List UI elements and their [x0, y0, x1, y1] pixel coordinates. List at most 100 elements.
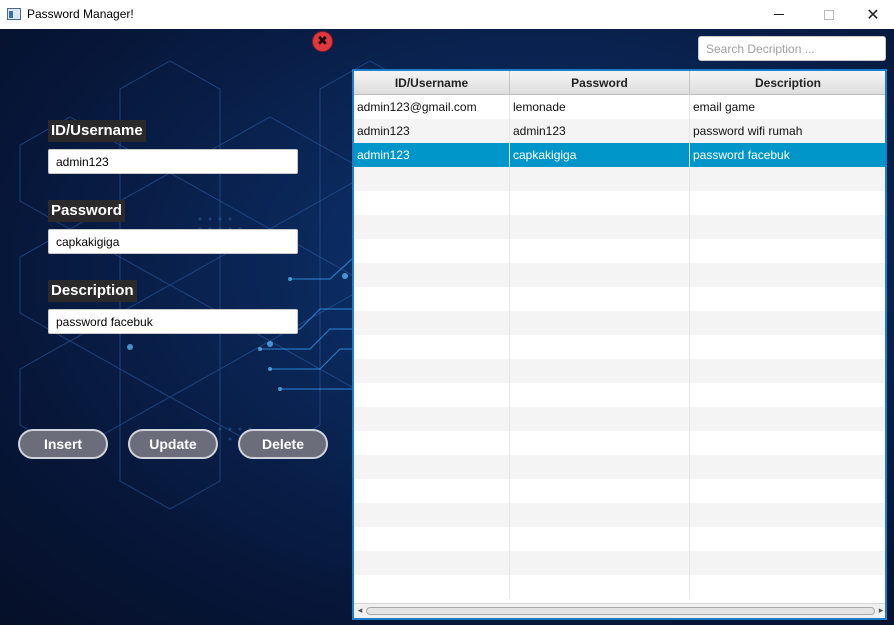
- table-cell: [510, 575, 690, 599]
- table-cell: [354, 431, 510, 455]
- minimize-button[interactable]: [756, 0, 802, 29]
- table-cell: [510, 407, 690, 431]
- close-icon: ✕: [866, 5, 880, 24]
- table-header: ID/Username Password Description: [354, 71, 885, 95]
- minimize-icon: [774, 14, 784, 15]
- update-button[interactable]: Update: [128, 429, 218, 459]
- table-cell: [354, 215, 510, 239]
- window-title: Password Manager!: [27, 7, 134, 21]
- scroll-left-icon[interactable]: ◂: [354, 605, 366, 617]
- scrollbar-thumb[interactable]: [366, 607, 875, 615]
- password-field[interactable]: [48, 229, 298, 254]
- column-header-username[interactable]: ID/Username: [354, 71, 510, 95]
- username-field[interactable]: [48, 149, 298, 174]
- table-row[interactable]: admin123 capkakigiga password facebuk: [354, 143, 885, 167]
- table-cell: [510, 287, 690, 311]
- username-label: ID/Username: [48, 120, 146, 142]
- table-cell: password wifi rumah: [690, 119, 885, 143]
- table-cell: [354, 455, 510, 479]
- column-header-password[interactable]: Password: [510, 71, 690, 95]
- table-cell: [690, 167, 885, 191]
- insert-button[interactable]: Insert: [18, 429, 108, 459]
- empty-table-row[interactable]: [354, 431, 885, 455]
- empty-table-row[interactable]: [354, 503, 885, 527]
- table-cell: [510, 239, 690, 263]
- title-bar: Password Manager! ✕: [0, 0, 894, 29]
- table-cell: [690, 239, 885, 263]
- table-cell: capkakigiga: [510, 143, 690, 167]
- table-cell: [510, 359, 690, 383]
- table-cell: [354, 335, 510, 359]
- table-row[interactable]: admin123@gmail.com lemonade email game: [354, 95, 885, 119]
- table-cell: [354, 479, 510, 503]
- table-cell: [690, 479, 885, 503]
- table-cell: [690, 383, 885, 407]
- credentials-table[interactable]: ID/Username Password Description admin12…: [352, 69, 887, 620]
- table-cell: [354, 191, 510, 215]
- password-label: Password: [48, 200, 125, 222]
- table-cell: [354, 503, 510, 527]
- table-cell: [690, 287, 885, 311]
- table-body: admin123@gmail.com lemonade email game admi…: [354, 95, 885, 605]
- horizontal-scrollbar[interactable]: ◂ ▸: [354, 603, 885, 618]
- table-cell: [354, 287, 510, 311]
- app-window: Password Manager! ✕ ✖ ID/Username admin1…: [0, 0, 894, 625]
- table-cell: [510, 191, 690, 215]
- table-cell: [354, 551, 510, 575]
- close-window-button[interactable]: ✕: [850, 0, 894, 29]
- table-row[interactable]: admin123 admin123 password wifi rumah: [354, 119, 885, 143]
- table-cell: [690, 263, 885, 287]
- table-cell: [690, 215, 885, 239]
- maximize-icon: [824, 9, 834, 20]
- empty-table-row[interactable]: [354, 359, 885, 383]
- column-header-description[interactable]: Description: [690, 71, 885, 95]
- close-form-button[interactable]: ✖: [312, 31, 333, 52]
- empty-table-row[interactable]: [354, 263, 885, 287]
- empty-table-row[interactable]: [354, 215, 885, 239]
- table-cell: [690, 431, 885, 455]
- table-cell: [690, 575, 885, 599]
- table-cell: [354, 311, 510, 335]
- empty-table-row[interactable]: [354, 551, 885, 575]
- empty-table-row[interactable]: [354, 383, 885, 407]
- table-cell: [354, 359, 510, 383]
- table-cell: [510, 551, 690, 575]
- empty-table-row[interactable]: [354, 311, 885, 335]
- table-cell: [510, 479, 690, 503]
- delete-button[interactable]: Delete: [238, 429, 328, 459]
- table-cell: password facebuk: [690, 143, 885, 167]
- empty-table-row[interactable]: [354, 167, 885, 191]
- empty-table-row[interactable]: [354, 455, 885, 479]
- table-cell: admin123: [354, 119, 510, 143]
- table-cell: [690, 455, 885, 479]
- table-cell: [510, 527, 690, 551]
- empty-table-row[interactable]: [354, 287, 885, 311]
- table-cell: [690, 359, 885, 383]
- scroll-right-icon[interactable]: ▸: [875, 605, 885, 617]
- table-cell: [510, 383, 690, 407]
- empty-table-row[interactable]: [354, 575, 885, 599]
- table-cell: admin123: [510, 119, 690, 143]
- description-field[interactable]: [48, 309, 298, 334]
- empty-table-row[interactable]: [354, 191, 885, 215]
- table-cell: [690, 311, 885, 335]
- table-cell: [690, 335, 885, 359]
- table-cell: [354, 167, 510, 191]
- empty-table-row[interactable]: [354, 527, 885, 551]
- table-cell: email game: [690, 95, 885, 119]
- empty-table-row[interactable]: [354, 335, 885, 359]
- empty-table-row[interactable]: [354, 479, 885, 503]
- search-input[interactable]: [698, 36, 886, 61]
- maximize-button[interactable]: [806, 0, 852, 29]
- table-cell: [510, 167, 690, 191]
- table-cell: [510, 503, 690, 527]
- table-cell: [354, 527, 510, 551]
- description-label: Description: [48, 280, 137, 302]
- table-cell: admin123: [354, 143, 510, 167]
- table-cell: [690, 191, 885, 215]
- table-cell: [354, 407, 510, 431]
- empty-table-row[interactable]: [354, 407, 885, 431]
- empty-table-row[interactable]: [354, 239, 885, 263]
- table-cell: [510, 311, 690, 335]
- table-cell: [510, 263, 690, 287]
